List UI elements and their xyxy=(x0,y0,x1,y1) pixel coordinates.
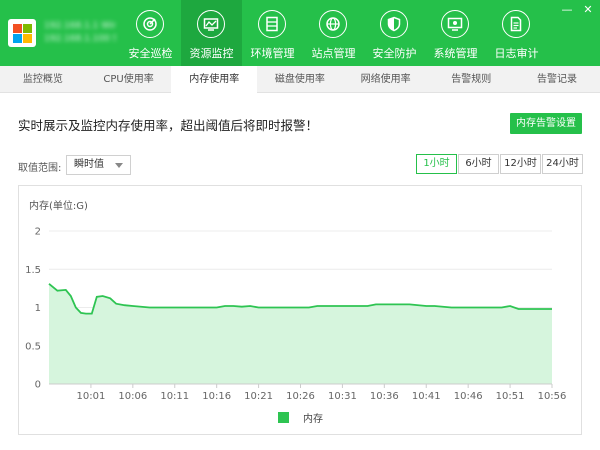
x-tick-label: 10:06 xyxy=(118,391,147,402)
x-tick-label: 10:31 xyxy=(328,391,357,402)
tab-cpu-usage[interactable]: CPU使用率 xyxy=(86,66,172,93)
tab-alarm-records[interactable]: 告警记录 xyxy=(514,66,600,93)
x-tick-label: 10:26 xyxy=(286,391,315,402)
document-icon xyxy=(502,10,530,38)
server-rack-icon xyxy=(258,10,286,38)
memory-alarm-settings-button[interactable]: 内存告警设置 xyxy=(510,113,582,134)
time-button-6h[interactable]: 6小时 xyxy=(458,154,499,174)
minimize-icon[interactable]: — xyxy=(561,4,573,16)
tab-disk-usage[interactable]: 磁盘使用率 xyxy=(257,66,343,93)
y-tick-label: 0.5 xyxy=(25,341,41,352)
radar-icon xyxy=(136,10,164,38)
memory-chart: 内存(单位:G) 0 0.5 1 1.5 2 10:01 10:06 10:11 10:16 10… xyxy=(18,185,582,435)
x-tick-label: 10:46 xyxy=(454,391,483,402)
x-tick-label: 10:01 xyxy=(77,391,106,402)
tab-network-usage[interactable]: 网络使用率 xyxy=(343,66,429,93)
time-button-1h[interactable]: 1小时 xyxy=(416,154,457,174)
host-line: 192.168.1.1 Windows xyxy=(44,21,116,31)
nav-label: 环境管理 xyxy=(250,47,295,60)
nav-label: 日志审计 xyxy=(494,47,539,60)
y-tick-label: 0 xyxy=(35,380,41,391)
time-button-24h[interactable]: 24小时 xyxy=(542,154,583,174)
close-icon[interactable]: ✕ xyxy=(582,4,594,16)
nav-label: 系统管理 xyxy=(433,47,478,60)
nav-security-inspection[interactable]: 安全巡检 xyxy=(120,0,181,66)
system-screen-icon xyxy=(441,10,469,38)
nav-log-audit[interactable]: 日志审计 xyxy=(486,0,547,66)
monitor-chart-icon xyxy=(197,10,225,38)
x-tick-label: 10:21 xyxy=(244,391,273,402)
app-header: 192.168.1.1 Windows 192.168.1.100 Server… xyxy=(0,0,600,66)
time-button-12h[interactable]: 12小时 xyxy=(500,154,541,174)
range-select-value: 瞬时值 xyxy=(74,159,104,170)
chart-legend[interactable]: 内存 xyxy=(278,410,323,425)
tab-alarm-rules[interactable]: 告警规则 xyxy=(428,66,514,93)
series-area xyxy=(49,283,552,384)
nav-label: 安全巡检 xyxy=(128,47,173,60)
monitor-tabs: 监控概览 CPU使用率 内存使用率 磁盘使用率 网络使用率 告警规则 告警记录 xyxy=(0,66,600,94)
y-tick-label: 2 xyxy=(35,227,41,238)
tab-overview[interactable]: 监控概览 xyxy=(0,66,86,93)
windows-logo-icon xyxy=(8,19,36,47)
y-tick-label: 1 xyxy=(35,303,41,314)
legend-swatch xyxy=(278,412,289,423)
host-info: 192.168.1.1 Windows 192.168.1.100 Server xyxy=(44,20,116,46)
tab-memory-usage[interactable]: 内存使用率 xyxy=(171,66,258,94)
x-tick-label: 10:56 xyxy=(538,391,567,402)
x-tick-label: 10:11 xyxy=(160,391,189,402)
nav-system-management[interactable]: 系统管理 xyxy=(425,0,486,66)
x-tick-label: 10:51 xyxy=(496,391,525,402)
x-tick-label: 10:16 xyxy=(202,391,231,402)
top-navigation: 安全巡检 资源监控 环境管理 站点管理 安全防护 系统管理 日志审计 xyxy=(120,0,547,66)
time-range-buttons: 1小时 6小时 12小时 24小时 xyxy=(416,154,584,174)
host-line: 192.168.1.100 Server xyxy=(44,34,116,44)
nav-label: 站点管理 xyxy=(311,47,356,60)
range-label: 取值范围: xyxy=(18,163,62,174)
chevron-down-icon xyxy=(115,163,123,168)
shield-icon xyxy=(380,10,408,38)
nav-site-management[interactable]: 站点管理 xyxy=(303,0,364,66)
globe-icon xyxy=(319,10,347,38)
x-tick-label: 10:36 xyxy=(370,391,399,402)
x-tick-label: 10:41 xyxy=(412,391,441,402)
y-tick-label: 1.5 xyxy=(25,265,41,276)
legend-label: 内存 xyxy=(303,414,323,425)
chart-canvas: 0 0.5 1 1.5 2 10:01 10:06 10:11 10:16 10:21 10:26 1… xyxy=(25,227,567,403)
nav-label: 资源监控 xyxy=(189,47,234,60)
page-description: 实时展示及监控内存使用率，超出阈值后将即时报警！ xyxy=(18,118,319,133)
nav-resource-monitor[interactable]: 资源监控 xyxy=(181,0,242,66)
range-select[interactable]: 瞬时值 xyxy=(66,155,131,175)
nav-security-protection[interactable]: 安全防护 xyxy=(364,0,425,66)
nav-label: 安全防护 xyxy=(372,47,417,60)
nav-environment-management[interactable]: 环境管理 xyxy=(242,0,303,66)
